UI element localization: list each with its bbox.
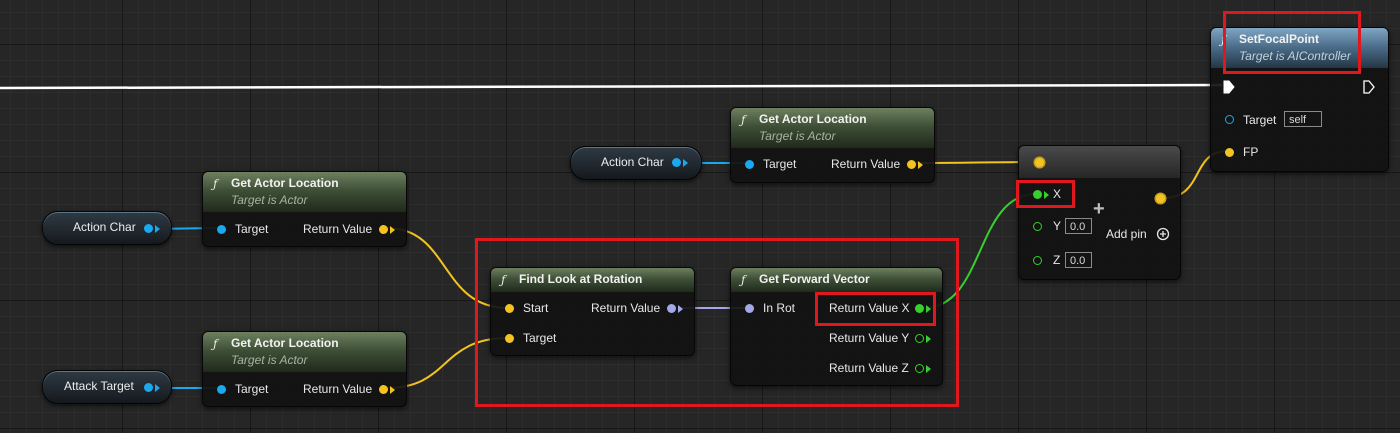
action-char-variable-left[interactable]: Action Char [42,211,172,245]
make-vector-node[interactable]: X Y 0.0 Z 0.0 + Add pin [1018,145,1181,280]
return-value-pin[interactable] [379,385,388,394]
variable-label: Attack Target [64,379,134,393]
return-value-pin[interactable] [907,160,916,169]
pin-arrow [390,386,395,394]
attack-target-variable[interactable]: Attack Target [42,370,172,404]
node-title: Get Actor Location [759,112,867,126]
object-pin[interactable] [672,158,681,167]
exec-wire [0,83,1223,90]
highlight-x-pin [1016,180,1075,208]
z-value-input[interactable]: 0.0 [1065,252,1092,268]
target-pin[interactable] [745,160,754,169]
variable-label: Action Char [73,220,136,234]
z-pin[interactable] [1033,256,1042,265]
object-pin[interactable] [144,383,153,392]
get-actor-location-node-2[interactable]: ƒ Get Actor Location Target is Actor Tar… [202,331,407,407]
target-pin[interactable] [217,385,226,394]
node-subtitle: Target is Actor [759,129,836,143]
y-pin[interactable] [1033,222,1042,231]
action-char-variable-top[interactable]: Action Char [570,146,702,180]
function-icon: ƒ [213,177,218,191]
exec-out-icon[interactable] [1363,80,1375,94]
return-value-label: Return Value [303,222,373,236]
return-value-label: Return Value [831,157,901,171]
pin-arrow [155,225,160,233]
fp-label: FP [1243,145,1259,159]
fp-pin[interactable] [1225,148,1234,157]
node-title: Get Actor Location [231,176,339,190]
exec-in-icon[interactable] [1223,80,1235,94]
y-value-input[interactable]: 0.0 [1065,218,1092,234]
node-title: Get Actor Location [231,336,339,350]
target-label: Target [235,222,269,236]
add-pin-icon[interactable] [1156,227,1170,241]
object-pin[interactable] [144,224,153,233]
get-actor-location-node-3[interactable]: ƒ Get Actor Location Target is Actor Tar… [730,107,935,183]
y-label: Y [1053,219,1062,233]
function-icon: ƒ [741,113,746,127]
target-pin[interactable] [217,225,226,234]
function-icon: ƒ [213,337,218,351]
node-subtitle: Target is Actor [231,353,308,367]
target-value-field[interactable]: self [1284,111,1322,127]
node-header: ƒ Get Actor Location Target is Actor [203,172,406,212]
get-actor-location-node-1[interactable]: ƒ Get Actor Location Target is Actor Tar… [202,171,407,247]
pin-arrow [390,226,395,234]
variable-label: Action Char [601,155,664,169]
pin-arrow [683,159,688,167]
target-label: Target [1243,113,1277,127]
return-value-label: Return Value [303,382,373,396]
return-value-pin[interactable] [379,225,388,234]
highlight-set-focal-point-title [1223,11,1361,74]
node-header: ƒ Get Actor Location Target is Actor [731,108,934,148]
add-pin-label[interactable]: Add pin [1106,227,1147,241]
node-header: ƒ Get Actor Location Target is Actor [203,332,406,372]
target-label: Target [763,157,797,171]
z-label: Z [1053,253,1061,267]
node-subtitle: Target is Actor [231,193,308,207]
pin-arrow [918,161,923,169]
highlight-return-value-x [815,292,936,326]
target-label: Target [235,382,269,396]
pin-arrow [155,384,160,392]
vector-output-top-pin[interactable] [1035,158,1044,167]
target-pin[interactable] [1225,115,1234,124]
add-pin-plus-icon: + [1093,198,1105,220]
vector-output-pin[interactable] [1156,194,1165,203]
